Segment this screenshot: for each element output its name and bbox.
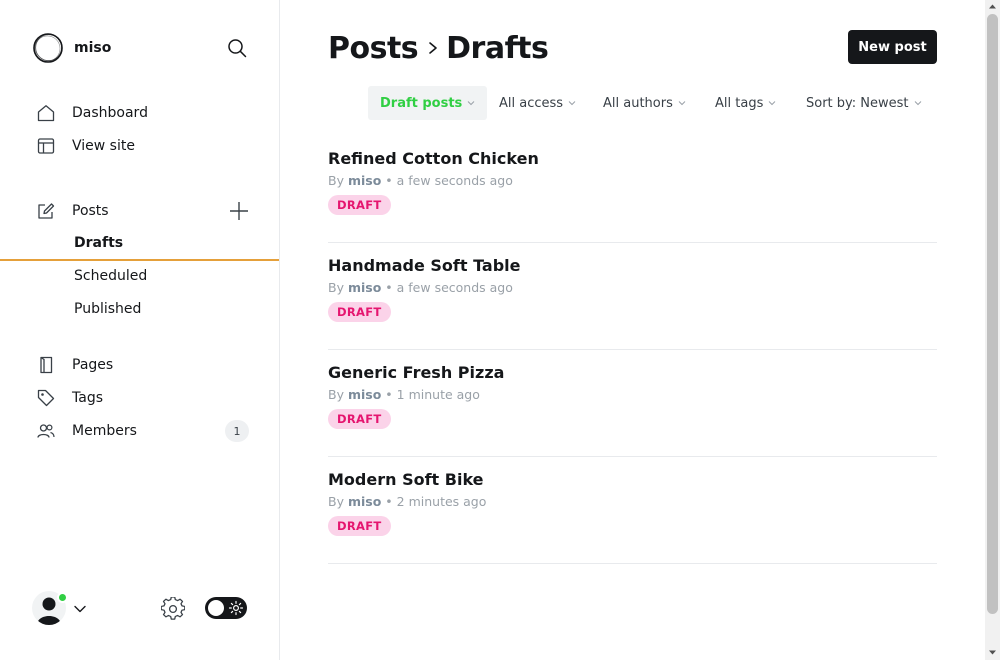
scroll-down-arrow-icon[interactable] xyxy=(988,648,997,657)
sidebar: miso Dashboard View site Posts Drafts Sc… xyxy=(0,0,280,660)
sidebar-item-view-site[interactable]: View site xyxy=(36,134,135,158)
post-time: • 1 minute ago xyxy=(385,387,480,402)
sun-icon xyxy=(228,600,244,616)
sidebar-item-members[interactable]: Members xyxy=(36,419,137,443)
sidebar-item-label: Tags xyxy=(72,390,103,406)
members-icon xyxy=(36,421,56,441)
sidebar-item-posts[interactable]: Posts xyxy=(36,199,109,223)
sidebar-item-label: Members xyxy=(72,423,137,439)
sidebar-item-tags[interactable]: Tags xyxy=(36,386,103,410)
toggle-knob xyxy=(208,600,224,616)
sidebar-subitem-published[interactable]: Published xyxy=(74,301,141,323)
page-title: Posts Drafts xyxy=(328,28,549,68)
post-meta: By miso • 2 minutes ago xyxy=(328,494,486,509)
post-title[interactable]: Modern Soft Bike xyxy=(328,470,484,489)
post-meta: By miso • 1 minute ago xyxy=(328,387,480,402)
post-time: • a few seconds ago xyxy=(385,280,513,295)
online-status-dot xyxy=(57,592,68,603)
post-meta: By miso • a few seconds ago xyxy=(328,173,513,188)
active-indicator xyxy=(0,232,279,261)
search-button[interactable] xyxy=(225,36,249,60)
chevron-down-icon xyxy=(467,101,475,106)
brand-logo-icon xyxy=(33,33,63,63)
post-list-item[interactable]: Refined Cotton Chicken By miso • a few s… xyxy=(328,136,937,243)
breadcrumb-current: Drafts xyxy=(446,30,549,66)
post-by: By xyxy=(328,173,344,188)
scroll-up-arrow-icon[interactable] xyxy=(988,2,997,11)
status-badge: DRAFT xyxy=(328,195,391,215)
post-list-item[interactable]: Generic Fresh Pizza By miso • 1 minute a… xyxy=(328,350,937,457)
post-author: miso xyxy=(347,494,382,509)
edit-icon xyxy=(36,201,56,221)
filter-sort[interactable]: Sort by: Newest xyxy=(806,86,922,120)
chevron-down-icon xyxy=(74,605,86,613)
filter-label: All access xyxy=(499,95,564,111)
page-icon xyxy=(36,355,56,375)
sidebar-item-label: View site xyxy=(72,138,135,154)
plus-icon xyxy=(230,202,248,220)
post-author: miso xyxy=(347,280,382,295)
search-icon xyxy=(228,39,247,58)
filter-type[interactable]: Draft posts xyxy=(368,86,488,120)
post-by: By xyxy=(328,280,344,295)
layout-icon xyxy=(36,136,56,156)
post-author: miso xyxy=(347,173,382,188)
post-title[interactable]: Refined Cotton Chicken xyxy=(328,149,539,168)
filter-access[interactable]: All access xyxy=(499,86,576,120)
new-post-button[interactable]: New post xyxy=(848,30,937,64)
add-post-button[interactable] xyxy=(228,200,250,222)
status-badge: DRAFT xyxy=(328,409,391,429)
chevron-down-icon xyxy=(914,101,921,106)
breadcrumb-posts-link[interactable]: Posts xyxy=(328,31,419,66)
tag-icon xyxy=(36,388,56,408)
status-badge: DRAFT xyxy=(328,516,391,536)
post-by: By xyxy=(328,494,344,509)
chevron-right-icon xyxy=(428,41,438,55)
filter-tags[interactable]: All tags xyxy=(715,86,776,120)
gear-icon xyxy=(160,596,186,620)
scrollbar-thumb[interactable] xyxy=(987,14,998,614)
post-list-item[interactable]: Handmade Soft Table By miso • a few seco… xyxy=(328,243,937,350)
filter-authors[interactable]: All authors xyxy=(603,86,686,120)
scrollbar[interactable] xyxy=(985,0,1000,660)
post-time: • 2 minutes ago xyxy=(385,494,487,509)
chevron-down-icon xyxy=(678,101,686,106)
theme-toggle[interactable] xyxy=(205,597,247,619)
post-meta: By miso • a few seconds ago xyxy=(328,280,513,295)
post-title[interactable]: Handmade Soft Table xyxy=(328,256,521,275)
filter-label: All tags xyxy=(715,95,764,111)
post-by: By xyxy=(328,387,344,402)
home-icon xyxy=(36,103,56,123)
chevron-down-icon xyxy=(768,101,776,106)
filter-label: All authors xyxy=(603,95,673,111)
post-time: • a few seconds ago xyxy=(385,173,513,188)
post-title[interactable]: Generic Fresh Pizza xyxy=(328,363,504,382)
members-count-badge: 1 xyxy=(225,420,249,442)
brand[interactable]: miso xyxy=(32,32,111,64)
filter-label: Draft posts xyxy=(380,95,463,111)
sidebar-item-label: Pages xyxy=(72,357,114,373)
sidebar-item-pages[interactable]: Pages xyxy=(36,353,113,377)
settings-button[interactable] xyxy=(160,596,186,621)
sidebar-item-dashboard[interactable]: Dashboard xyxy=(36,101,148,125)
post-list-item[interactable]: Modern Soft Bike By miso • 2 minutes ago… xyxy=(328,457,937,564)
account-menu-toggle[interactable] xyxy=(73,601,87,615)
post-author: miso xyxy=(347,387,382,402)
filter-label: Sort by: Newest xyxy=(806,95,909,111)
sidebar-item-label: Posts xyxy=(72,203,109,219)
status-badge: DRAFT xyxy=(328,302,391,322)
sidebar-subitem-drafts[interactable]: Drafts xyxy=(74,235,123,257)
sidebar-item-label: Dashboard xyxy=(72,105,148,121)
chevron-down-icon xyxy=(568,101,576,106)
brand-name: miso xyxy=(74,40,112,56)
sidebar-subitem-scheduled[interactable]: Scheduled xyxy=(74,268,147,290)
